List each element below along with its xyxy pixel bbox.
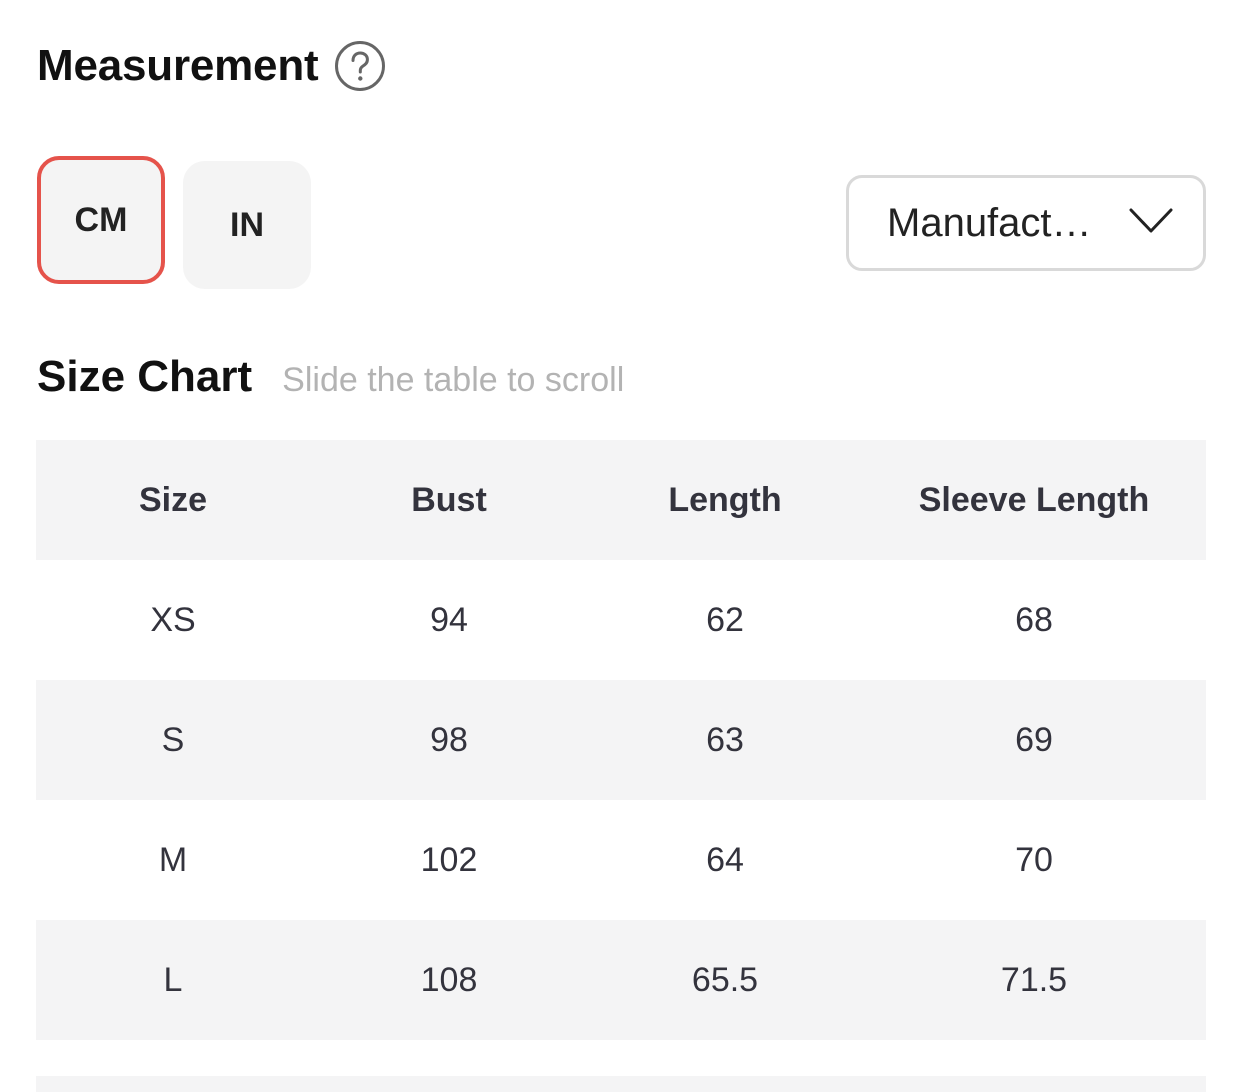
table-cell: 98 — [430, 720, 468, 759]
unit-toggle: CM IN — [37, 156, 311, 289]
table-cell: 71.5 — [1000, 960, 1068, 999]
table-row: S 98 63 69 — [36, 680, 1206, 800]
size-guide-page: Measurement CM IN Manufact… Size Chart S… — [0, 0, 1242, 1092]
measurement-title: Measurement — [37, 41, 319, 90]
table-row-partial — [36, 1076, 1206, 1092]
scroll-hint: Slide the table to scroll — [282, 361, 625, 399]
table-row: XS 94 62 68 — [36, 560, 1206, 680]
table-cell: 94 — [430, 600, 468, 639]
table-row: M 102 64 70 — [36, 800, 1206, 920]
table-cell: 68 — [1015, 600, 1053, 639]
size-chart-header: Size Chart Slide the table to scroll — [37, 352, 624, 402]
table-cell: 65.5 — [691, 960, 759, 999]
table-cell: 108 — [420, 960, 478, 999]
column-header-size: Size — [138, 480, 208, 519]
table-cell: 63 — [706, 720, 744, 759]
table-cell: 70 — [1015, 840, 1053, 879]
table-cell: XS — [150, 600, 196, 639]
table-row: L 108 65.5 71.5 — [36, 920, 1206, 1040]
table-cell: S — [161, 720, 185, 759]
column-header-bust: Bust — [411, 480, 487, 519]
table-cell: 69 — [1015, 720, 1053, 759]
table-cell: 64 — [706, 840, 744, 879]
unit-in-button[interactable]: IN — [183, 161, 311, 289]
table-cell: 102 — [420, 840, 478, 879]
table-header-row: Size Bust Length Sleeve Length — [36, 440, 1206, 560]
column-header-length: Length — [668, 480, 782, 519]
size-chart-title: Size Chart — [37, 352, 253, 401]
unit-cm-button[interactable]: CM — [37, 156, 165, 284]
size-table[interactable]: Size Bust Length Sleeve Length XS 94 62 … — [36, 440, 1206, 1040]
table-cell: M — [158, 840, 188, 879]
question-circle-icon[interactable] — [334, 40, 386, 92]
measurement-header: Measurement — [37, 40, 386, 92]
dropdown-value: Manufact… — [887, 200, 1092, 245]
chevron-down-icon — [1129, 207, 1173, 240]
table-cell: 62 — [706, 600, 744, 639]
size-standard-dropdown[interactable]: Manufact… — [846, 175, 1206, 271]
table-cell: L — [163, 960, 183, 999]
column-header-sleeve-length: Sleeve Length — [918, 480, 1150, 519]
